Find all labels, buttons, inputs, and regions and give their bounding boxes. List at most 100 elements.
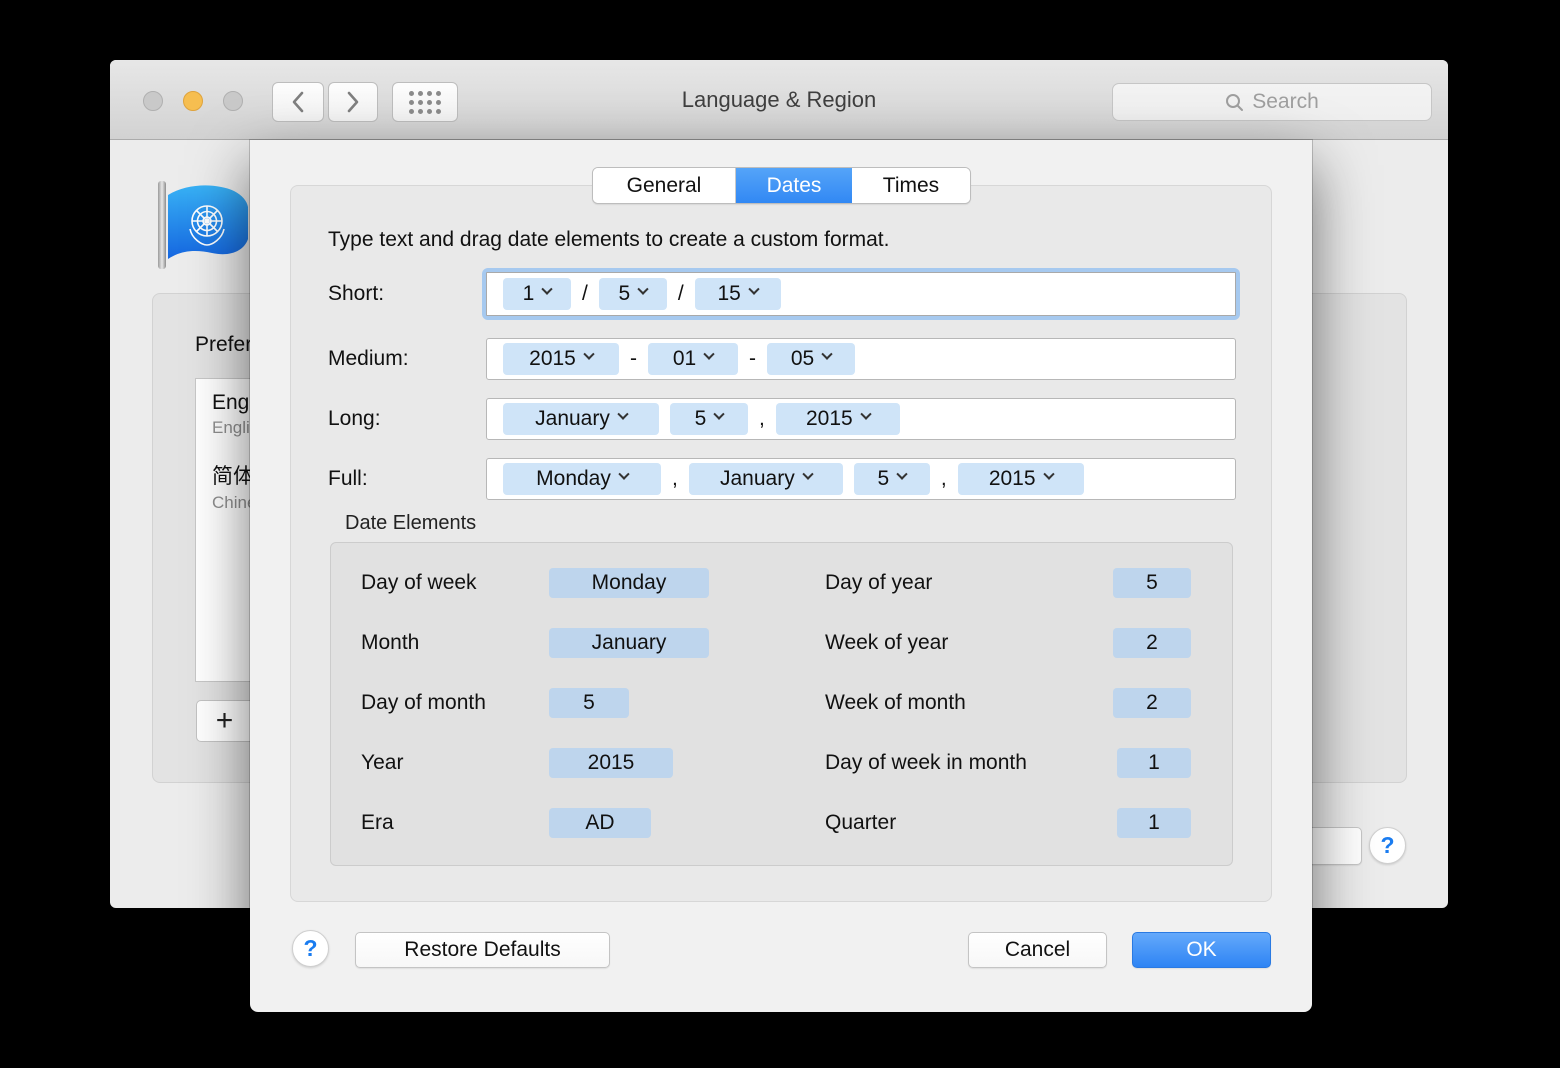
focus-ring: 1 / 5 / 15 <box>482 268 1240 320</box>
chevron-down-icon <box>714 409 725 420</box>
format-row: Full: Monday, January 5, 2015 <box>250 458 1312 500</box>
date-element-pill[interactable]: January <box>549 628 709 658</box>
date-token-pill[interactable]: Monday <box>503 463 661 495</box>
date-element-row: Quarter 1 <box>795 793 1191 853</box>
format-separator: / <box>678 282 684 306</box>
search-input[interactable]: Search <box>1112 83 1432 121</box>
date-token-pill[interactable]: 5 <box>854 463 930 495</box>
format-row-label: Medium: <box>328 338 409 380</box>
date-elements-right-column: Day of year5Week of year2Week of month2D… <box>795 553 1191 853</box>
date-element-row: Day of month 5 <box>331 673 771 733</box>
date-element-pill[interactable]: 2 <box>1113 628 1191 658</box>
instruction-text: Type text and drag date elements to crea… <box>328 228 889 252</box>
format-row: Short: 1 / 5 / 15 <box>250 268 1312 320</box>
date-token-pill[interactable]: 5 <box>599 278 667 310</box>
chevron-down-icon <box>638 284 649 295</box>
window-toolbar: Language & Region Search <box>110 60 1448 140</box>
format-separator: , <box>941 467 947 491</box>
date-element-label: Week of year <box>825 631 948 655</box>
restore-defaults-button[interactable]: Restore Defaults <box>355 932 610 968</box>
date-element-pill[interactable]: 2015 <box>549 748 673 778</box>
format-separator: - <box>630 347 637 371</box>
format-row: Long: January 5, 2015 <box>250 398 1312 440</box>
chevron-down-icon <box>1043 469 1054 480</box>
chevron-down-icon <box>704 349 715 360</box>
format-separator: / <box>582 282 588 306</box>
date-element-pill[interactable]: 2 <box>1113 688 1191 718</box>
date-token-text: 1 <box>523 282 535 306</box>
date-token-text: 2015 <box>529 347 576 371</box>
date-token-pill[interactable]: 2015 <box>503 343 619 375</box>
date-token-text: 5 <box>878 467 890 491</box>
format-separator: - <box>749 347 756 371</box>
tab-general[interactable]: General <box>593 168 736 203</box>
date-element-pill[interactable]: 1 <box>1117 808 1191 838</box>
format-field[interactable]: 2015 - 01 - 05 <box>486 338 1236 380</box>
date-element-row: Week of month2 <box>795 673 1191 733</box>
date-token-text: January <box>720 467 795 491</box>
window-help-button[interactable]: ? <box>1369 827 1406 864</box>
format-separator: , <box>672 467 678 491</box>
chevron-down-icon <box>860 409 871 420</box>
date-element-label: Day of year <box>825 571 932 595</box>
date-token-pill[interactable]: 5 <box>670 403 748 435</box>
format-field[interactable]: January 5, 2015 <box>486 398 1236 440</box>
date-token-pill[interactable]: 05 <box>767 343 855 375</box>
date-element-row: Month January <box>331 613 771 673</box>
date-token-pill[interactable]: 1 <box>503 278 571 310</box>
date-token-text: Monday <box>536 467 611 491</box>
chevron-down-icon <box>897 469 908 480</box>
date-elements-title: Date Elements <box>345 512 476 535</box>
add-language-button[interactable]: + <box>197 701 252 741</box>
format-field[interactable]: Monday, January 5, 2015 <box>486 458 1236 500</box>
date-elements-left-column: Day of weekMondayMonthJanuaryDay of mont… <box>331 553 771 853</box>
date-element-pill[interactable]: 1 <box>1117 748 1191 778</box>
date-token-text: 01 <box>673 347 696 371</box>
date-element-row: Year 2015 <box>331 733 771 793</box>
format-separator: , <box>759 407 765 431</box>
tab-times[interactable]: Times <box>852 168 970 203</box>
date-element-label: Year <box>361 751 403 775</box>
date-token-pill[interactable]: 2015 <box>776 403 900 435</box>
search-icon <box>1225 93 1244 112</box>
cancel-button[interactable]: Cancel <box>968 932 1107 968</box>
date-token-pill[interactable]: January <box>689 463 843 495</box>
sheet-help-button[interactable]: ? <box>292 930 329 967</box>
format-field[interactable]: 1 / 5 / 15 <box>486 272 1236 316</box>
chevron-down-icon <box>802 469 813 480</box>
format-row-label: Short: <box>328 268 384 320</box>
date-element-label: Month <box>361 631 419 655</box>
format-row-label: Full: <box>328 458 368 500</box>
date-element-pill[interactable]: 5 <box>1113 568 1191 598</box>
format-row: Medium: 2015 - 01 - 05 <box>250 338 1312 380</box>
date-element-row: Day of week in month 1 <box>795 733 1191 793</box>
format-row-label: Long: <box>328 398 381 440</box>
date-element-row: Era AD <box>331 793 771 853</box>
date-token-text: January <box>535 407 610 431</box>
date-token-pill[interactable]: 2015 <box>958 463 1084 495</box>
date-element-label: Day of month <box>361 691 486 715</box>
date-token-pill[interactable]: 01 <box>648 343 738 375</box>
date-elements-panel: Day of weekMondayMonthJanuaryDay of mont… <box>330 542 1233 866</box>
date-element-pill[interactable]: 5 <box>549 688 629 718</box>
date-element-row: Week of year 2 <box>795 613 1191 673</box>
chevron-down-icon <box>617 409 628 420</box>
tab-dates[interactable]: Dates <box>736 168 852 203</box>
chevron-down-icon <box>542 284 553 295</box>
date-element-row: Day of year 5 <box>795 553 1191 613</box>
date-token-pill[interactable]: January <box>503 403 659 435</box>
tab-bar: GeneralDatesTimes <box>592 167 971 204</box>
chevron-down-icon <box>583 349 594 360</box>
date-token-text: 05 <box>791 347 814 371</box>
date-element-label: Era <box>361 811 394 835</box>
ok-button[interactable]: OK <box>1132 932 1271 968</box>
date-token-text: 2015 <box>806 407 853 431</box>
chevron-down-icon <box>822 349 833 360</box>
date-token-pill[interactable]: 15 <box>695 278 781 310</box>
date-element-label: Day of week in month <box>825 751 1027 775</box>
date-element-pill[interactable]: AD <box>549 808 651 838</box>
date-element-pill[interactable]: Monday <box>549 568 709 598</box>
date-element-label: Quarter <box>825 811 896 835</box>
chevron-down-icon <box>748 284 759 295</box>
date-token-text: 2015 <box>989 467 1036 491</box>
